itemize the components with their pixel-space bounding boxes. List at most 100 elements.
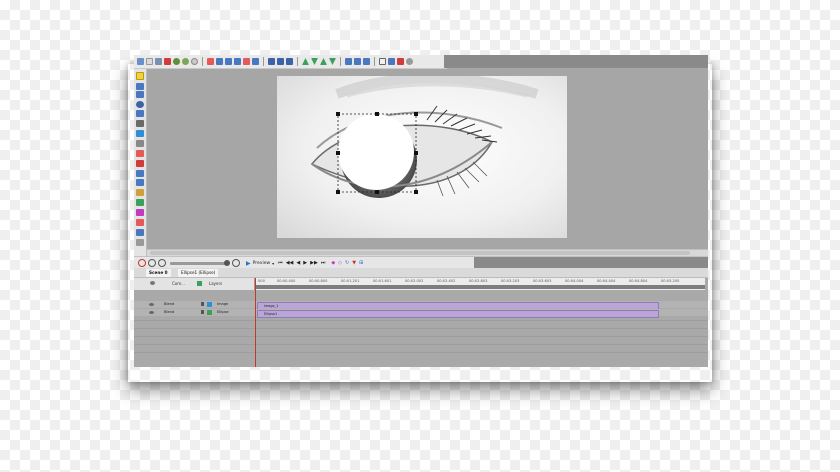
preview-dropdown-icon[interactable]: ▾ [272, 261, 274, 266]
fill-tool-icon[interactable] [136, 140, 144, 147]
distribute-v-icon[interactable] [277, 58, 284, 65]
ellipse-clip-track[interactable]: Ellipse1 [257, 309, 659, 318]
zoom-reset-icon[interactable] [232, 259, 240, 267]
undo-icon[interactable] [173, 58, 180, 65]
marker-icon[interactable]: ▼ [352, 260, 356, 266]
ellipse-tool-icon[interactable] [136, 101, 144, 108]
lock-icon[interactable] [201, 302, 204, 306]
ungroup-icon[interactable] [354, 58, 361, 65]
toolbar-divider [263, 57, 264, 66]
step-forward-icon[interactable]: ▶ [303, 260, 307, 266]
align-bottom-icon[interactable] [252, 58, 259, 65]
keyframe-add-icon[interactable]: ◆ [331, 260, 335, 266]
eyedropper-tool-icon[interactable] [136, 170, 144, 177]
clip-label: Ellipse1 [264, 311, 278, 316]
ellipse-layer-icon [207, 310, 212, 315]
artboard[interactable] [277, 76, 567, 238]
star-tool-icon[interactable] [136, 189, 144, 196]
layer-row[interactable]: Blend Ellipse Ellipse1 [134, 309, 708, 318]
visibility-icon[interactable] [149, 311, 154, 314]
redo-icon[interactable] [182, 58, 189, 65]
step-back-icon[interactable]: ◀ [296, 260, 300, 266]
align-left-icon[interactable] [207, 58, 214, 65]
lock-icon[interactable] [363, 58, 370, 65]
open-icon[interactable] [146, 58, 153, 65]
export-icon[interactable] [379, 58, 386, 65]
distribute-h-icon[interactable] [268, 58, 275, 65]
timeline-panel: Com... Layers 000 00:00.400 00:00.800 00… [134, 278, 708, 367]
ruler-label: 00:04.004 [565, 279, 584, 283]
eye-column-icon[interactable] [150, 281, 155, 285]
group-icon[interactable] [345, 58, 352, 65]
effect-tool-icon[interactable] [136, 229, 144, 236]
layer-name[interactable]: Image [217, 301, 228, 308]
loop-icon[interactable]: ↻ [345, 260, 349, 266]
image-layer-icon [207, 302, 212, 307]
zoom-slider-knob[interactable] [224, 259, 230, 266]
app-window: ▶ Preview ▾ ⏮ ◀◀ ◀ ▶ ▶▶ ⏭ ◆ ◇ ↻ ▼ ⊞ Scen… [134, 55, 708, 367]
new-icon[interactable] [137, 58, 144, 65]
play-icon[interactable]: ▶ [246, 260, 251, 267]
image-tool-icon[interactable] [136, 130, 144, 137]
send-back-icon[interactable] [329, 58, 336, 65]
ruler-label: 00:04.404 [597, 279, 616, 283]
clip-label: image_1 [264, 303, 279, 308]
snap-icon[interactable]: ⊞ [359, 260, 363, 266]
last-frame-icon[interactable]: ⏭ [321, 260, 326, 266]
prev-frame-icon[interactable]: ◀◀ [286, 260, 294, 266]
main-toolbar [134, 55, 447, 69]
clip-icon[interactable] [388, 58, 395, 65]
brush-tool-icon[interactable] [136, 150, 144, 157]
com-column-label[interactable]: Com... [172, 281, 185, 286]
delete-icon[interactable] [164, 58, 171, 65]
timeline-gridline [134, 328, 708, 329]
scrollbar-thumb[interactable] [150, 251, 690, 255]
gradient-tool-icon[interactable] [136, 160, 144, 167]
select-tool-icon[interactable] [136, 72, 144, 80]
shape-tool-icon[interactable] [136, 110, 144, 117]
zoom-fit-icon[interactable] [158, 259, 166, 267]
visibility-icon[interactable] [149, 303, 154, 306]
timeline-gridline [134, 320, 708, 321]
save-icon[interactable] [155, 58, 162, 65]
time-ruler[interactable]: 000 00:00.400 00:00.800 00:01.201 00:01.… [254, 278, 705, 290]
blend-mode[interactable]: Blend [164, 301, 174, 308]
video-tool-icon[interactable] [136, 209, 144, 216]
rectangle-tool-icon[interactable] [136, 91, 144, 98]
zoom-out-icon[interactable] [138, 259, 146, 267]
audio-tool-icon[interactable] [136, 219, 144, 226]
more-tools-icon[interactable] [136, 239, 144, 246]
chart-tool-icon[interactable] [136, 199, 144, 206]
keyframe-remove-icon[interactable]: ◇ [338, 260, 342, 266]
tab-ellipse[interactable]: Ellipse1 (Ellipse) [178, 269, 219, 277]
ruler-label: 00:02.402 [437, 279, 456, 283]
bring-front-icon[interactable] [320, 58, 327, 65]
move-down-icon[interactable] [311, 58, 318, 65]
align-middle-icon[interactable] [243, 58, 250, 65]
playhead[interactable] [255, 278, 256, 367]
blend-mode[interactable]: Blend [164, 309, 174, 316]
text-tool-icon[interactable] [136, 120, 144, 127]
align-center-icon[interactable] [216, 58, 223, 65]
settings-icon[interactable] [406, 58, 413, 65]
arrange-icon[interactable] [286, 58, 293, 65]
next-frame-icon[interactable]: ▶▶ [310, 260, 318, 266]
refresh-icon[interactable] [191, 58, 198, 65]
timeline-zoom-slider[interactable] [170, 259, 230, 266]
layer-name[interactable]: Ellipse [217, 309, 229, 316]
hand-tool-icon[interactable] [136, 179, 144, 186]
layers-column-label[interactable]: Layers [209, 281, 222, 286]
color-icon[interactable] [397, 58, 404, 65]
lock-icon[interactable] [201, 310, 204, 314]
align-right-icon[interactable] [225, 58, 232, 65]
timeline-gridline [134, 336, 708, 337]
zoom-in-icon[interactable] [148, 259, 156, 267]
preview-button[interactable]: Preview [253, 261, 271, 266]
tab-scene[interactable]: Scene 0 [146, 269, 171, 277]
layer-row[interactable]: Blend Image image_1 [134, 301, 708, 310]
pen-tool-icon[interactable] [136, 83, 144, 90]
move-up-icon[interactable] [302, 58, 309, 65]
ruler-range-bar[interactable] [255, 285, 705, 289]
first-frame-icon[interactable]: ⏮ [278, 260, 283, 266]
align-top-icon[interactable] [234, 58, 241, 65]
